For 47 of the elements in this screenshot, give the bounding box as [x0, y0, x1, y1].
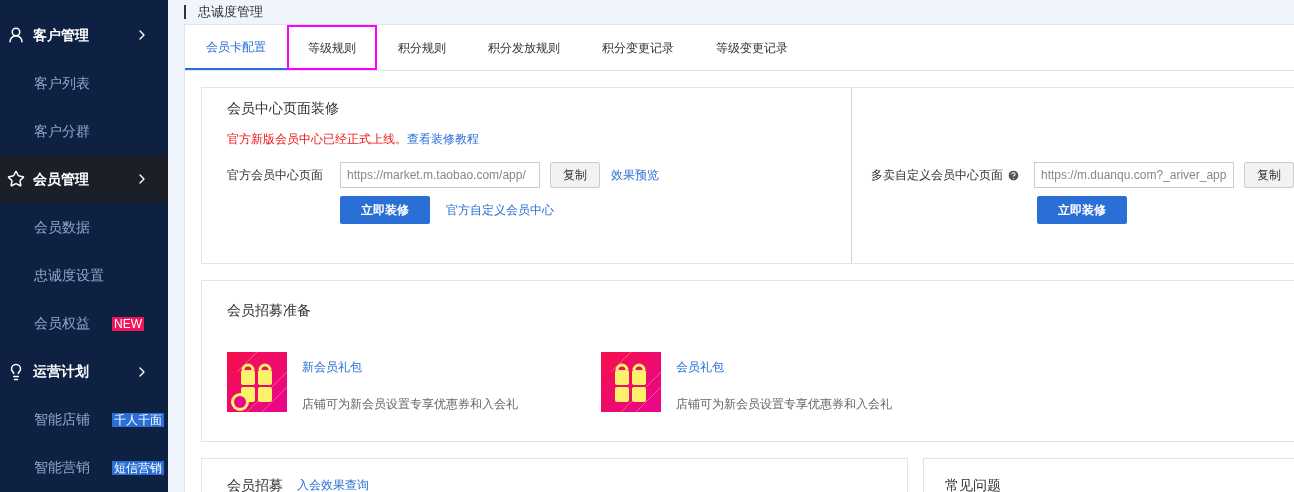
field-label: 官方会员中心页面 — [227, 167, 324, 184]
sidebar-item[interactable]: 会员数据 — [34, 216, 90, 238]
preview-link[interactable]: 效果预览 — [611, 166, 659, 184]
sidebar-item[interactable]: 智能店铺 — [34, 409, 90, 431]
section-title: 会员招募 — [227, 476, 283, 492]
page-title: 忠诚度管理 — [184, 5, 263, 19]
field-label: 多卖自定义会员中心页面 — [871, 167, 1003, 184]
sidebar-item[interactable]: 客户列表 — [34, 72, 90, 94]
section-title: 常见问题 — [945, 477, 1001, 492]
tutorial-link[interactable]: 查看装修教程 — [407, 130, 479, 148]
custom-center-link[interactable]: 官方自定义会员中心 — [446, 201, 554, 219]
section-title: 会员招募准备 — [227, 301, 312, 320]
tab[interactable]: 会员卡配置 — [185, 25, 287, 70]
section-title: 会员中心页面装修 — [227, 99, 340, 118]
gift-pack-link[interactable]: 会员礼包 — [676, 358, 892, 376]
sidebar-item[interactable]: 会员权益 — [34, 313, 90, 335]
url-field[interactable]: https://m.duanqu.com?_ariver_app — [1034, 162, 1234, 188]
group-label: 客户管理 — [33, 25, 90, 45]
sidebar-item[interactable]: 客户分群 — [34, 120, 90, 142]
badge: 千人千面 — [112, 412, 164, 427]
decorate-button[interactable]: 立即装修 — [340, 196, 430, 224]
sidebar-group[interactable]: 运营计划 — [0, 347, 168, 396]
star-icon — [7, 170, 25, 189]
tab[interactable]: 等级规则 — [287, 25, 377, 70]
badge: 短信营销 — [112, 460, 164, 475]
help-icon[interactable] — [1007, 168, 1020, 182]
decorate-button[interactable]: 立即装修 — [1037, 196, 1127, 224]
sidebar-item[interactable]: 智能营销 — [34, 457, 90, 479]
copy-button[interactable]: 复制 — [550, 162, 600, 188]
tab[interactable]: 积分规则 — [377, 25, 467, 70]
badge: NEW — [112, 316, 144, 331]
copy-button[interactable]: 复制 — [1244, 162, 1294, 188]
sidebar-item[interactable]: 忠诚度设置 — [34, 265, 104, 286]
gift-pack-description: 店铺可为新会员设置专享优惠券和入会礼 — [302, 396, 518, 413]
notice-text: 官方新版会员中心已经正式上线。 — [227, 131, 407, 148]
gift-pack-description: 店铺可为新会员设置专享优惠券和入会礼 — [676, 396, 892, 413]
group-label: 运营计划 — [33, 362, 90, 382]
sidebar-group[interactable]: 客户管理 — [0, 11, 168, 60]
sidebar-group[interactable]: 会员管理 — [0, 155, 168, 204]
gift-pack-link[interactable]: 新会员礼包 — [302, 358, 518, 376]
group-label: 会员管理 — [33, 169, 90, 189]
user-icon — [7, 26, 25, 45]
tab[interactable]: 积分发放规则 — [467, 25, 581, 70]
join-stats-link[interactable]: 入会效果查询 — [297, 475, 369, 492]
tab[interactable]: 积分变更记录 — [581, 25, 695, 70]
url-field[interactable]: https://market.m.taobao.com/app/ — [340, 162, 540, 188]
tab[interactable]: 等级变更记录 — [695, 25, 809, 70]
